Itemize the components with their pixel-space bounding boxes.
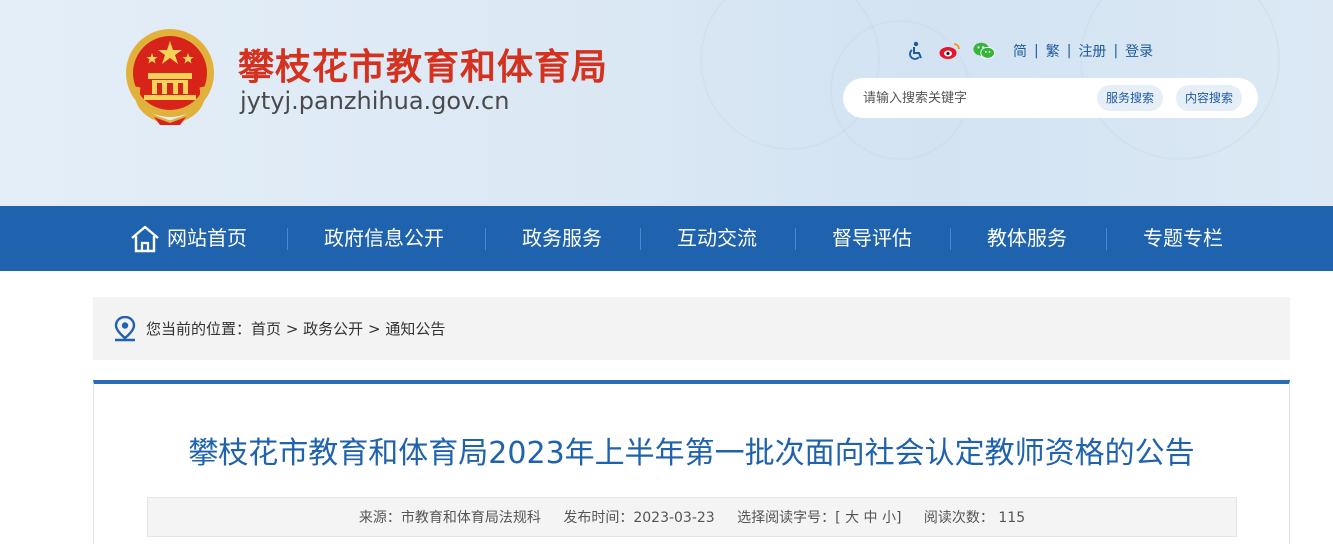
breadcrumb-separator: > [285, 320, 299, 338]
nav-item-gov-info[interactable]: 政府信息公开 [324, 206, 444, 271]
site-title[interactable]: 攀枝花市教育和体育局 [238, 38, 608, 90]
nav-divider [795, 228, 796, 250]
article-panel: 攀枝花市教育和体育局2023年上半年第一批次面向社会认定教师资格的公告 来源：市… [93, 380, 1290, 544]
site-header: 攀枝花市教育和体育局 jytyj.panzhihua.gov.cn 简 | 繁 … [0, 0, 1333, 206]
nav-divider [287, 228, 288, 250]
font-bracket-close: ] [896, 510, 902, 526]
meta-date-label: 发布时间： [563, 510, 634, 526]
main-nav: 网站首页 政府信息公开 政务服务 互动交流 督导评估 教体服务 专题专栏 [0, 206, 1333, 271]
simplified-chinese-link[interactable]: 简 [1013, 41, 1027, 61]
meta-date-value: 2023-03-23 [633, 510, 715, 526]
font-size-small-button[interactable]: 小 [882, 510, 896, 526]
meta-views: 阅读次数： 115 [924, 510, 1025, 526]
meta-source-label: 来源： [358, 510, 401, 526]
meta-font-label: 选择阅读字号： [737, 510, 836, 526]
meta-date: 发布时间：2023-03-23 [563, 510, 714, 526]
breadcrumb-link-gov-affairs[interactable]: 政务公开 [303, 320, 363, 338]
wechat-icon[interactable] [973, 40, 995, 62]
meta-views-value: 115 [998, 510, 1026, 526]
weibo-icon[interactable] [939, 40, 961, 62]
breadcrumb: 您当前的位置：首页 > 政务公开 > 通知公告 [93, 297, 1290, 360]
login-link[interactable]: 登录 [1125, 41, 1153, 61]
site-domain: jytyj.panzhihua.gov.cn [240, 87, 510, 115]
breadcrumb-prefix: 您当前的位置： [146, 320, 252, 338]
tool-separator: | [1034, 43, 1039, 59]
tool-separator: | [1066, 43, 1072, 59]
meta-views-label: 阅读次数： [923, 510, 994, 526]
nav-item-edu-sports-services[interactable]: 教体服务 [987, 206, 1067, 271]
location-pin-icon [114, 316, 136, 342]
traditional-chinese-link[interactable]: 繁 [1046, 41, 1060, 61]
search-box: 服务搜索 内容搜索 [843, 78, 1258, 118]
breadcrumb-link-notices[interactable]: 通知公告 [385, 320, 445, 338]
register-link[interactable]: 注册 [1078, 41, 1106, 61]
search-input[interactable] [863, 88, 1083, 108]
nav-item-label: 网站首页 [167, 226, 247, 250]
nav-divider [950, 228, 951, 250]
font-size-large-button[interactable]: 大 [845, 510, 859, 526]
header-tools: 简 | 繁 | 注册 | 登录 [905, 40, 1153, 62]
nav-divider [640, 228, 641, 250]
meta-source: 来源：市教育和体育局法规科 [359, 510, 541, 526]
national-emblem [126, 29, 214, 125]
content-search-button[interactable]: 内容搜索 [1176, 85, 1243, 111]
nav-divider [1106, 228, 1107, 250]
home-icon [129, 224, 161, 254]
nav-item-supervision[interactable]: 督导评估 [832, 206, 912, 271]
nav-item-gov-services[interactable]: 政务服务 [522, 206, 602, 271]
font-bracket-open: [ [835, 510, 841, 526]
meta-font-size: 选择阅读字号：[ 大 中 小] [737, 510, 901, 526]
accessibility-icon[interactable] [905, 40, 927, 62]
tool-separator: | [1113, 43, 1119, 59]
breadcrumb-text: 您当前的位置：首页 > 政务公开 > 通知公告 [146, 318, 445, 339]
article-meta: 来源：市教育和体育局法规科 发布时间：2023-03-23 选择阅读字号：[ 大… [147, 497, 1237, 537]
font-size-medium-button[interactable]: 中 [864, 510, 878, 526]
breadcrumb-link-home[interactable]: 首页 [251, 320, 281, 338]
nav-item-interaction[interactable]: 互动交流 [677, 206, 757, 271]
nav-item-special-topics[interactable]: 专题专栏 [1143, 206, 1223, 271]
breadcrumb-separator: > [367, 320, 381, 338]
nav-item-home[interactable]: 网站首页 [129, 206, 247, 271]
meta-source-value: 市教育和体育局法规科 [400, 510, 541, 526]
service-search-button[interactable]: 服务搜索 [1097, 85, 1164, 111]
nav-divider [485, 228, 486, 250]
article-title: 攀枝花市教育和体育局2023年上半年第一批次面向社会认定教师资格的公告 [188, 436, 1195, 471]
